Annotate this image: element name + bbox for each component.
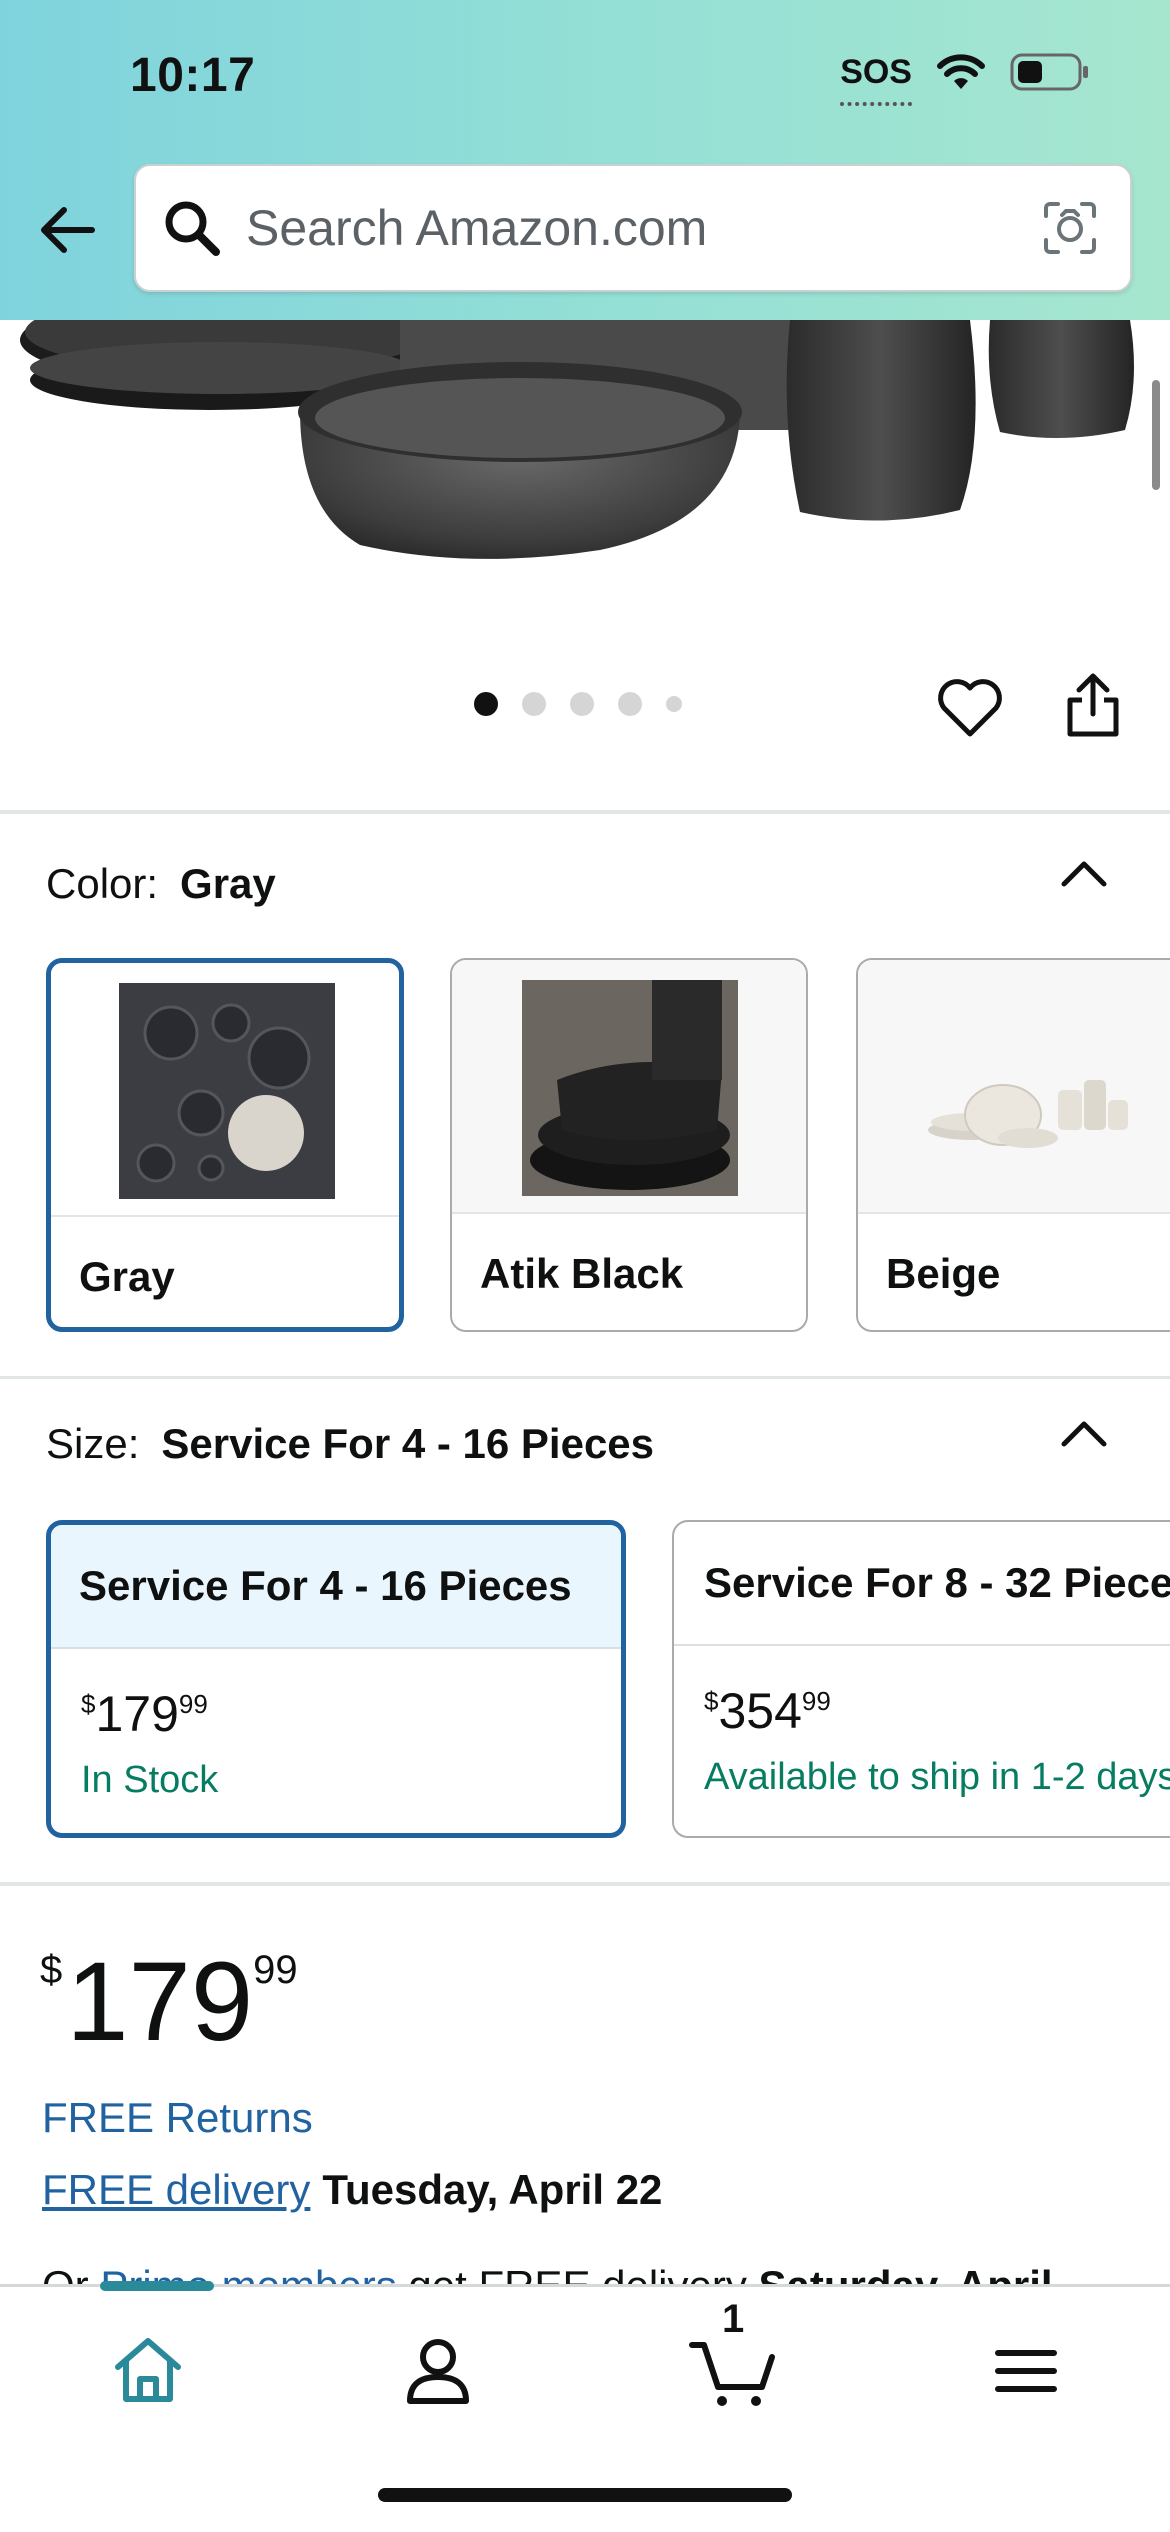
delivery-date: Tuesday, April 22 [322,2166,663,2213]
color-option-name: Beige [886,1250,1001,1297]
color-option-beige[interactable]: Beige [856,958,1170,1332]
chevron-up-icon[interactable] [1056,1412,1112,1452]
home-indicator[interactable] [378,2488,792,2502]
size-option-service-for-4[interactable]: Service For 4 - 16 Pieces $17999 In Stoc… [46,1520,626,1838]
search-input[interactable]: Search Amazon.com [134,164,1132,292]
home-icon[interactable] [108,2331,188,2411]
back-arrow-icon[interactable] [36,198,100,262]
pagination-dot[interactable] [522,692,546,716]
menu-icon[interactable] [986,2331,1066,2411]
status-time: 10:17 [130,49,256,102]
scrollbar[interactable] [1152,380,1160,490]
heart-icon[interactable] [936,676,1004,740]
section-divider [0,810,1170,814]
product-price: $17999 [40,1939,298,2064]
nav-active-indicator [100,2281,214,2291]
share-icon[interactable] [1064,670,1122,740]
swatch-image [452,960,806,1214]
color-option-name: Gray [79,1253,175,1300]
size-option-price: $17999 [81,1686,208,1742]
color-label: Color: Gray [46,860,276,907]
size-option-title: Service For 4 - 16 Pieces [51,1525,621,1649]
size-option-price: $35499 [704,1683,831,1739]
pagination-dot[interactable] [618,692,642,716]
cart-icon[interactable] [688,2331,778,2411]
size-label: Size: Service For 4 - 16 Pieces [46,1420,655,1467]
size-option-title: Service For 8 - 32 Pieces [674,1522,1170,1646]
battery-icon [1010,53,1088,91]
top-header: 10:17 SOS Search Amazon.com [0,0,1170,320]
swatch-image [858,960,1170,1214]
image-pagination[interactable] [474,692,682,716]
color-option-atik-black[interactable]: Atik Black [450,958,808,1332]
section-divider [0,1882,1170,1886]
chevron-up-icon[interactable] [1056,852,1112,892]
delivery-info: FREE delivery Tuesday, April 22 [42,2166,662,2214]
size-option-service-for-8[interactable]: Service For 8 - 32 Pieces $35499 Availab… [672,1520,1170,1838]
swatch-image [51,963,399,1217]
search-placeholder: Search Amazon.com [246,200,708,256]
color-option-name: Atik Black [480,1250,684,1297]
size-option-stock: Available to ship in 1-2 days [704,1756,1170,1798]
product-image[interactable] [0,320,1170,610]
size-option-stock: In Stock [81,1759,219,1801]
selected-color: Gray [180,860,276,907]
pagination-dot[interactable] [666,696,682,712]
sos-indicator: SOS [840,53,912,106]
selected-size: Service For 4 - 16 Pieces [161,1420,655,1467]
account-icon[interactable] [398,2331,478,2411]
camera-search-icon[interactable] [1040,198,1100,258]
search-icon [165,201,220,256]
free-delivery-link[interactable]: FREE delivery [42,2166,310,2213]
dinnerware-photo [20,320,1134,559]
cart-count-badge: 1 [722,2297,745,2341]
pagination-dot-active[interactable] [474,692,498,716]
free-returns-link[interactable]: FREE Returns [42,2094,313,2142]
color-option-gray[interactable]: Gray [46,958,404,1332]
status-icons: SOS [840,52,1090,106]
section-divider [0,1376,1170,1379]
wifi-icon [937,54,985,89]
pagination-dot[interactable] [570,692,594,716]
